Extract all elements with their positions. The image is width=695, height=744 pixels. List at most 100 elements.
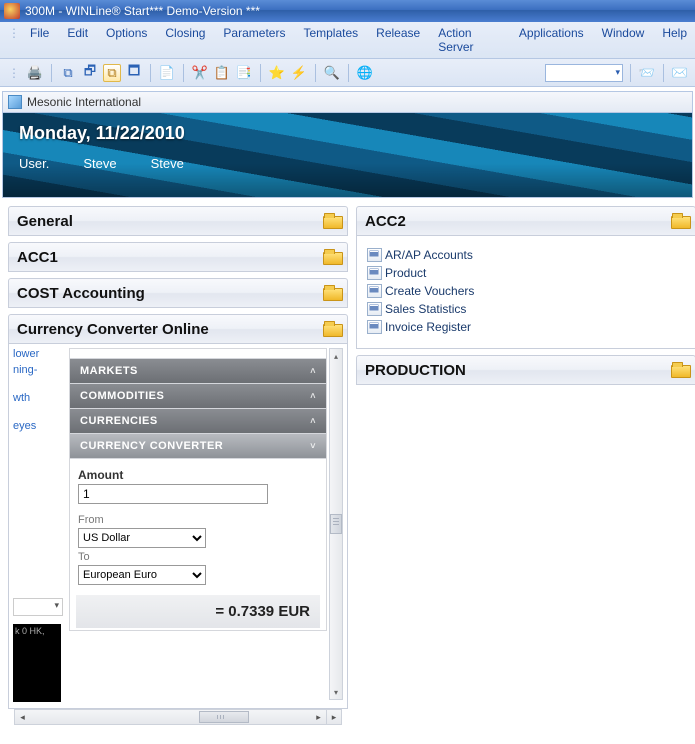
panel-general[interactable]: General [8, 206, 348, 236]
amount-label: Amount [78, 468, 318, 482]
mail-open-icon[interactable]: 📨 [638, 64, 656, 82]
scroll-corner-icon: ▸ [326, 710, 341, 724]
banner-col-user: User. [19, 156, 49, 171]
horizontal-scrollbar[interactable]: ◂ ▸ ▸ [14, 709, 342, 725]
menu-window[interactable]: Window [602, 26, 645, 54]
amount-input[interactable] [78, 484, 268, 504]
chevron-up-icon: ˄ [310, 366, 316, 376]
conversion-result: = 0.7339 EUR [76, 595, 320, 628]
panel-production-label: PRODUCTION [365, 362, 466, 379]
folder-icon [671, 213, 689, 227]
chevron-up-icon: ˄ [310, 416, 316, 426]
from-select[interactable]: US Dollar [78, 528, 206, 548]
tab-markets[interactable]: MARKETS ˄ [70, 359, 326, 384]
currency-side-links: lower ning- wth eyes [13, 348, 65, 436]
chevron-down-icon: ˅ [310, 441, 316, 451]
side-link[interactable]: lower [13, 348, 65, 360]
cut-icon[interactable]: ✂️ [191, 64, 209, 82]
menu-edit[interactable]: Edit [67, 26, 88, 54]
panel-acc2[interactable]: ACC2 [356, 206, 695, 236]
scroll-down-icon[interactable]: ▾ [330, 685, 342, 699]
app-icon [4, 3, 20, 19]
menu-release[interactable]: Release [376, 26, 420, 54]
menu-action-server[interactable]: Action Server [438, 26, 501, 54]
document-icon[interactable]: 📄 [158, 64, 176, 82]
folder-icon [323, 249, 341, 263]
scroll-up-icon[interactable]: ▴ [330, 349, 342, 363]
scroll-right-icon[interactable]: ▸ [311, 710, 326, 724]
currency-ticker-block: k 0 HK, [13, 624, 61, 702]
scroll-left-icon[interactable]: ◂ [15, 710, 30, 724]
panel-currency-label: Currency Converter Online [17, 321, 209, 338]
paste-icon[interactable]: 📑 [235, 64, 253, 82]
item-sales-statistics[interactable]: Sales Statistics [385, 300, 687, 318]
menu-templates[interactable]: Templates [303, 26, 358, 54]
panel-acc2-label: ACC2 [365, 213, 406, 230]
panel-cost-accounting[interactable]: COST Accounting [8, 278, 348, 308]
from-label: From [78, 514, 318, 526]
search-icon[interactable]: 🔍 [323, 64, 341, 82]
currency-panel-body: lower ning- wth eyes k 0 HK, MARKET [8, 344, 348, 709]
window-arrange-icon[interactable]: 🗖 [125, 64, 143, 82]
window-titlebar: 300M - WINLine® Start*** Demo-Version **… [0, 0, 695, 22]
to-label: To [78, 551, 318, 563]
panel-acc1[interactable]: ACC1 [8, 242, 348, 272]
folder-icon [671, 362, 689, 376]
menu-file[interactable]: File [30, 26, 49, 54]
window-cascade-icon[interactable]: 🗗 [81, 64, 99, 82]
favorite-icon[interactable]: ⭐ [268, 64, 286, 82]
panel-acc2-body: AR/AP Accounts Product Create Vouchers S… [356, 236, 695, 349]
side-link[interactable]: wth [13, 392, 65, 404]
panel-production[interactable]: PRODUCTION [356, 355, 695, 385]
chevron-up-icon: ˄ [310, 391, 316, 401]
main-menubar: ⋮ File Edit Options Closing Parameters T… [0, 22, 695, 59]
toolbar-grip-icon: ⋮ [6, 66, 22, 80]
subwindow-titlebar: Mesonic International [2, 91, 693, 112]
side-link[interactable]: ning- [13, 364, 65, 376]
banner-col-name2: Steve [151, 156, 184, 171]
window-new-icon[interactable]: ⧉ [59, 64, 77, 82]
tab-commodities-label: COMMODITIES [80, 390, 164, 402]
tab-converter-label: CURRENCY CONVERTER [80, 440, 223, 452]
window-title: 300M - WINLine® Start*** Demo-Version **… [25, 4, 260, 18]
to-select[interactable]: European Euro [78, 565, 206, 585]
tab-currencies-label: CURRENCIES [80, 415, 158, 427]
panel-cost-label: COST Accounting [17, 285, 145, 302]
tab-markets-label: MARKETS [80, 365, 138, 377]
tab-currencies[interactable]: CURRENCIES ˄ [70, 409, 326, 434]
action-icon[interactable]: ⚡ [290, 64, 308, 82]
vertical-scrollbar[interactable]: ▴ ▾ [329, 348, 343, 700]
menu-parameters[interactable]: Parameters [223, 26, 285, 54]
copy-icon[interactable]: 📋 [213, 64, 231, 82]
menu-options[interactable]: Options [106, 26, 147, 54]
menu-applications[interactable]: Applications [519, 26, 584, 54]
folder-icon [323, 285, 341, 299]
globe-icon[interactable]: 🌐 [356, 64, 374, 82]
menu-closing[interactable]: Closing [165, 26, 205, 54]
folder-icon [323, 321, 341, 335]
main-toolbar: ⋮ 🖨️ ⧉ 🗗 ⧉ 🗖 📄 ✂️ 📋 📑 ⭐ ⚡ 🔍 🌐 ▾ 📨 ✉️ [0, 59, 695, 87]
currency-aux-dropdown[interactable] [13, 598, 63, 616]
subwindow-title: Mesonic International [27, 95, 141, 109]
menu-help[interactable]: Help [662, 26, 687, 54]
start-banner: Monday, 11/22/2010 User. Steve Steve [2, 112, 693, 198]
side-link[interactable]: eyes [13, 420, 65, 432]
tab-currency-converter[interactable]: CURRENCY CONVERTER ˅ [70, 434, 326, 459]
tab-commodities[interactable]: COMMODITIES ˄ [70, 384, 326, 409]
hscroll-thumb[interactable] [199, 711, 249, 723]
item-invoice-register[interactable]: Invoice Register [385, 318, 687, 336]
panel-general-label: General [17, 213, 73, 230]
toolbar-dropdown[interactable]: ▾ [545, 64, 623, 82]
print-icon[interactable]: 🖨️ [26, 64, 44, 82]
panel-currency-converter[interactable]: Currency Converter Online [8, 314, 348, 344]
item-product[interactable]: Product [385, 264, 687, 282]
mail-icon[interactable]: ✉️ [671, 64, 689, 82]
item-ar-ap-accounts[interactable]: AR/AP Accounts [385, 246, 687, 264]
scroll-thumb[interactable] [330, 514, 342, 534]
subwindow-icon [8, 95, 22, 109]
panel-acc1-label: ACC1 [17, 249, 58, 266]
banner-date: Monday, 11/22/2010 [19, 123, 676, 144]
item-create-vouchers[interactable]: Create Vouchers [385, 282, 687, 300]
window-tile-icon[interactable]: ⧉ [103, 64, 121, 82]
menubar-grip-icon: ⋮ [8, 26, 20, 54]
